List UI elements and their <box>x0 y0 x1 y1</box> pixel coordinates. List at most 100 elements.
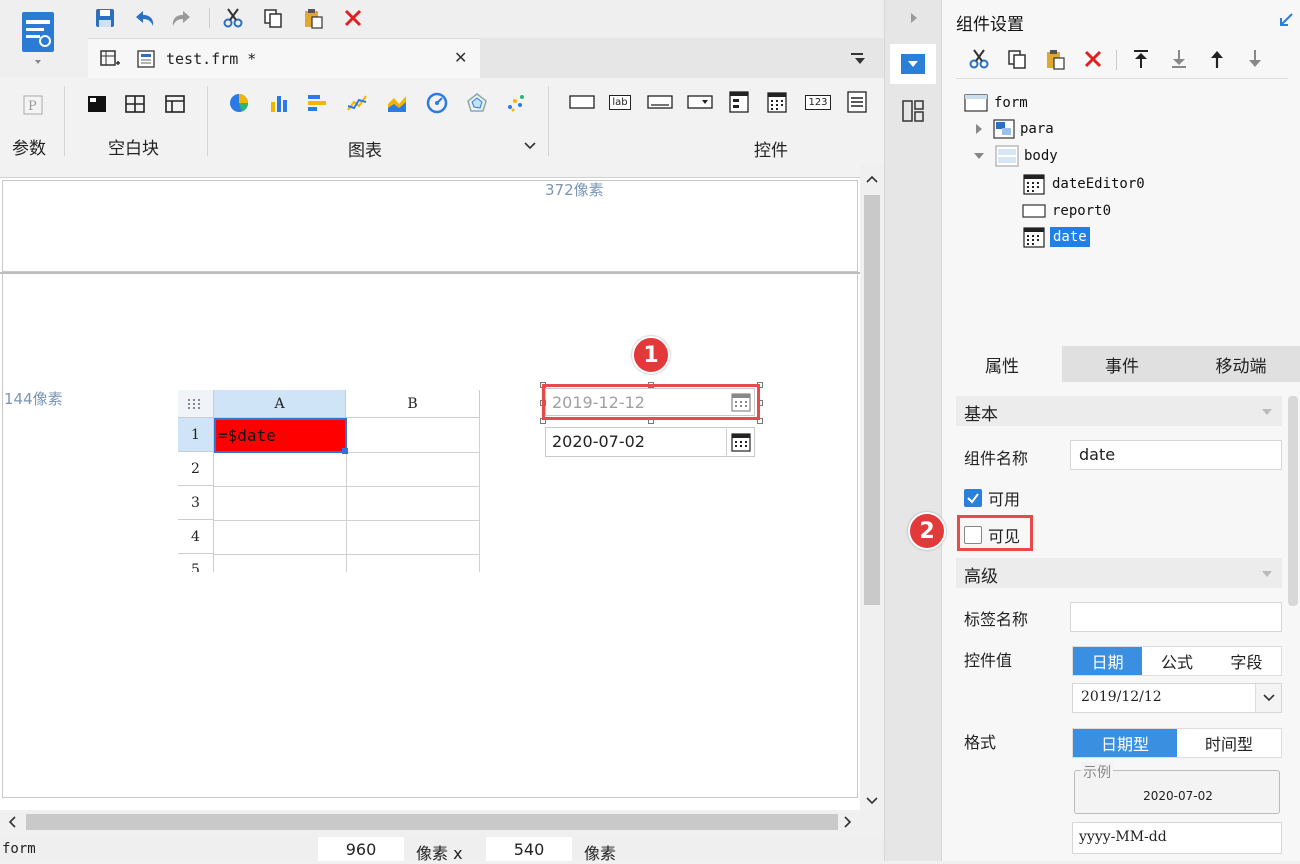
body-left-label: 144像素 <box>4 390 63 408</box>
widget-settings-toggle[interactable] <box>890 44 936 84</box>
panel-delete-button[interactable] <box>1080 46 1106 72</box>
canvas-height-input[interactable]: 540 <box>486 837 572 861</box>
value-type-date[interactable]: 日期 <box>1073 647 1143 675</box>
widget-name-input[interactable]: date <box>1070 440 1282 470</box>
date-widget-2-calendar[interactable] <box>726 429 754 455</box>
scatter-chart-button[interactable] <box>503 90 529 116</box>
date-select-dropdown-button[interactable] <box>1255 684 1281 712</box>
move-up-button[interactable] <box>1204 46 1230 72</box>
row-header-3[interactable]: 3 <box>178 486 214 520</box>
column-header-a[interactable]: A <box>214 390 346 418</box>
row-header-4[interactable]: 4 <box>178 520 214 554</box>
tree-node-form[interactable]: form <box>964 90 1028 116</box>
button-widget-button[interactable] <box>646 90 674 114</box>
panel-cut-button[interactable] <box>966 46 992 72</box>
move-to-top-button[interactable] <box>1128 46 1154 72</box>
split-block-icon <box>125 95 145 113</box>
pie-chart-button[interactable] <box>226 90 252 116</box>
tag-name-input[interactable] <box>1070 602 1282 632</box>
app-logo[interactable] <box>18 8 58 64</box>
date-widget-2[interactable]: 2020-07-02 <box>545 427 755 457</box>
panel-paste-button[interactable] <box>1042 46 1068 72</box>
column-header-b[interactable]: B <box>346 390 480 418</box>
tree-node-date[interactable]: date <box>1022 224 1090 250</box>
widget-tree[interactable]: form para body dateEditor0 report0 date <box>956 86 1288 336</box>
para-pane[interactable] <box>2 180 858 272</box>
canvas-width-input[interactable]: 960 <box>318 837 404 861</box>
format-pattern-input[interactable]: yyyy-MM-dd <box>1072 822 1282 854</box>
number-widget-button[interactable]: 123 <box>804 90 832 114</box>
tab-properties[interactable]: 属性 <box>942 346 1062 382</box>
bar-chart-button[interactable] <box>266 90 292 116</box>
canvas-vertical-scrollbar[interactable] <box>860 165 884 810</box>
widget-value-date-select[interactable]: 2019/12/12 <box>1072 683 1282 713</box>
section-advanced-header[interactable]: 高级 <box>956 558 1282 588</box>
save-button[interactable] <box>92 5 118 31</box>
value-type-formula[interactable]: 公式 <box>1142 647 1211 675</box>
absolute-block-button[interactable] <box>84 92 110 116</box>
row-header-1[interactable]: 1 <box>178 418 214 452</box>
horizontal-scroll-thumb[interactable] <box>26 814 838 830</box>
grid-corner[interactable] <box>178 390 214 418</box>
scroll-down-button[interactable] <box>864 793 880 809</box>
tree-node-dateEditor0[interactable]: dateEditor0 <box>1022 171 1145 197</box>
date-widget-button[interactable] <box>764 88 790 116</box>
panel-copy-button[interactable] <box>1004 46 1030 72</box>
widget-value-label: 控件值 <box>964 651 1013 670</box>
combo-box-widget-button[interactable] <box>686 90 714 114</box>
section-basic-header[interactable]: 基本 <box>956 396 1282 426</box>
enabled-checkbox[interactable]: 可用 <box>964 486 1020 510</box>
collapse-panel-button[interactable] <box>904 8 924 28</box>
row-header-5[interactable]: 5 <box>178 554 214 572</box>
expand-arrow-icon[interactable] <box>974 123 984 135</box>
layout-toggle[interactable] <box>896 96 930 126</box>
scroll-left-button[interactable] <box>4 814 20 830</box>
delete-button[interactable] <box>340 5 366 31</box>
copy-button[interactable] <box>260 5 286 31</box>
canvas-horizontal-scrollbar[interactable] <box>0 810 860 834</box>
move-down-button[interactable] <box>1242 46 1268 72</box>
undo-button[interactable] <box>130 5 158 31</box>
redo-button[interactable] <box>168 5 196 31</box>
tab-block-button[interactable] <box>162 92 188 116</box>
chart-expand-button[interactable] <box>522 138 538 154</box>
list-widget-button[interactable] <box>844 88 870 116</box>
area-chart-button[interactable] <box>384 90 410 116</box>
report-grid[interactable]: A B 1 2 3 4 5 =$date <box>178 390 480 572</box>
tree-node-body[interactable]: body <box>972 143 1058 169</box>
tree-node-report0[interactable]: report0 <box>1022 198 1111 224</box>
tab-events[interactable]: 事件 <box>1062 346 1182 382</box>
tab-mobile[interactable]: 移动端 <box>1182 346 1300 382</box>
cut-icon <box>223 8 243 28</box>
tree-widget-button[interactable] <box>726 88 752 116</box>
format-type-time[interactable]: 时间型 <box>1177 729 1281 757</box>
cut-button[interactable] <box>220 5 246 31</box>
label-widget-button[interactable]: lab <box>606 90 634 114</box>
value-type-field[interactable]: 字段 <box>1212 647 1281 675</box>
cell-fill-handle[interactable] <box>342 448 348 454</box>
gauge-chart-button[interactable] <box>424 90 450 116</box>
document-tab[interactable]: test.frm * ✕ <box>88 38 480 78</box>
vertical-scroll-thumb[interactable] <box>864 195 880 605</box>
scroll-right-button[interactable] <box>840 814 856 830</box>
tree-node-para[interactable]: para <box>974 116 1054 142</box>
panel-pin-button[interactable] <box>1276 10 1296 30</box>
horizontal-bar-chart-button[interactable] <box>304 90 330 116</box>
arrow-down-icon <box>1249 50 1261 67</box>
row-header-2[interactable]: 2 <box>178 452 214 486</box>
tab-close-button[interactable]: ✕ <box>454 48 467 67</box>
paste-button[interactable] <box>300 5 326 31</box>
text-field-widget-button[interactable] <box>568 90 596 114</box>
cell-a1[interactable]: =$date <box>214 418 347 453</box>
format-type-date[interactable]: 日期型 <box>1073 729 1177 757</box>
line-chart-button[interactable] <box>344 90 370 116</box>
collapse-arrow-icon[interactable] <box>972 151 986 161</box>
tab-menu-button[interactable] <box>846 46 870 70</box>
move-to-bottom-button[interactable] <box>1166 46 1192 72</box>
para-icon <box>993 119 1015 139</box>
scroll-up-button[interactable] <box>864 171 880 187</box>
parameter-button[interactable]: P <box>20 92 46 118</box>
panel-scrollbar[interactable] <box>1288 396 1298 606</box>
split-block-button[interactable] <box>122 92 148 116</box>
radar-chart-button[interactable] <box>464 90 490 116</box>
